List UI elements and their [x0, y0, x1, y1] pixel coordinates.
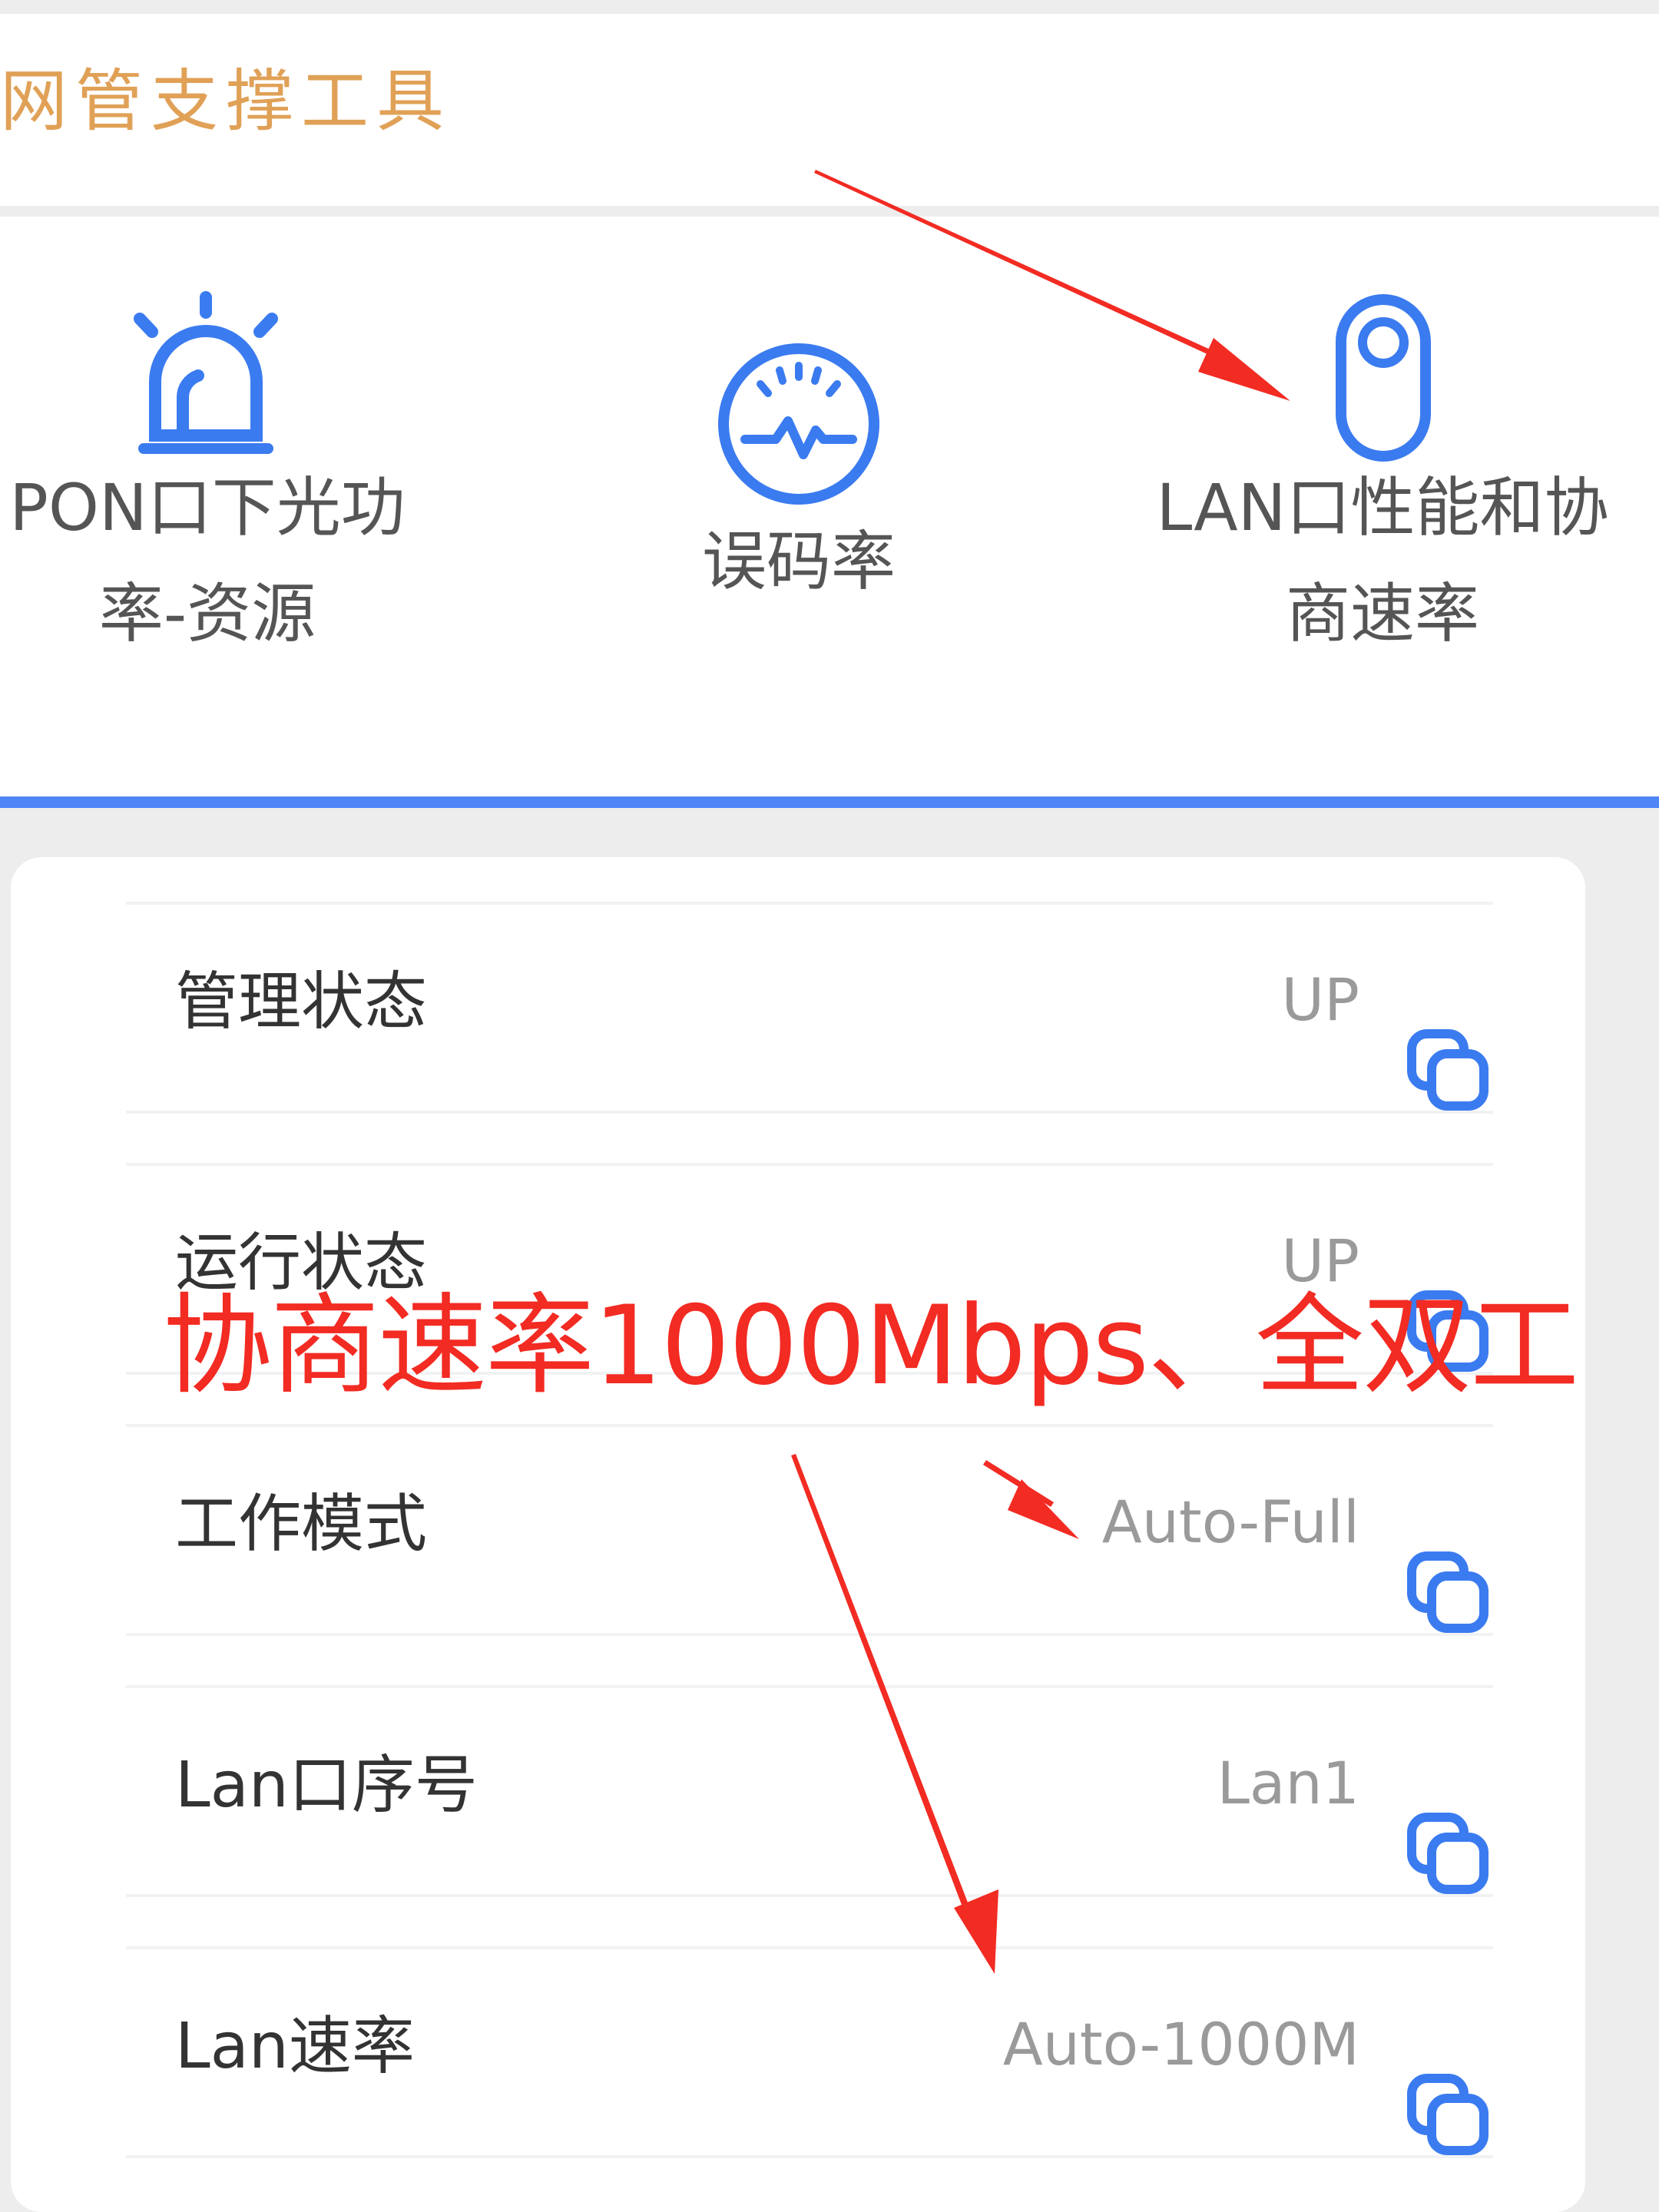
annotation-arrow	[791, 1454, 968, 1905]
annotation-arrows	[791, 170, 1290, 1974]
annotation-arrow-head	[1198, 338, 1290, 401]
annotation-arrow	[814, 170, 1232, 364]
annotation-arrow-head	[1008, 1479, 1079, 1539]
